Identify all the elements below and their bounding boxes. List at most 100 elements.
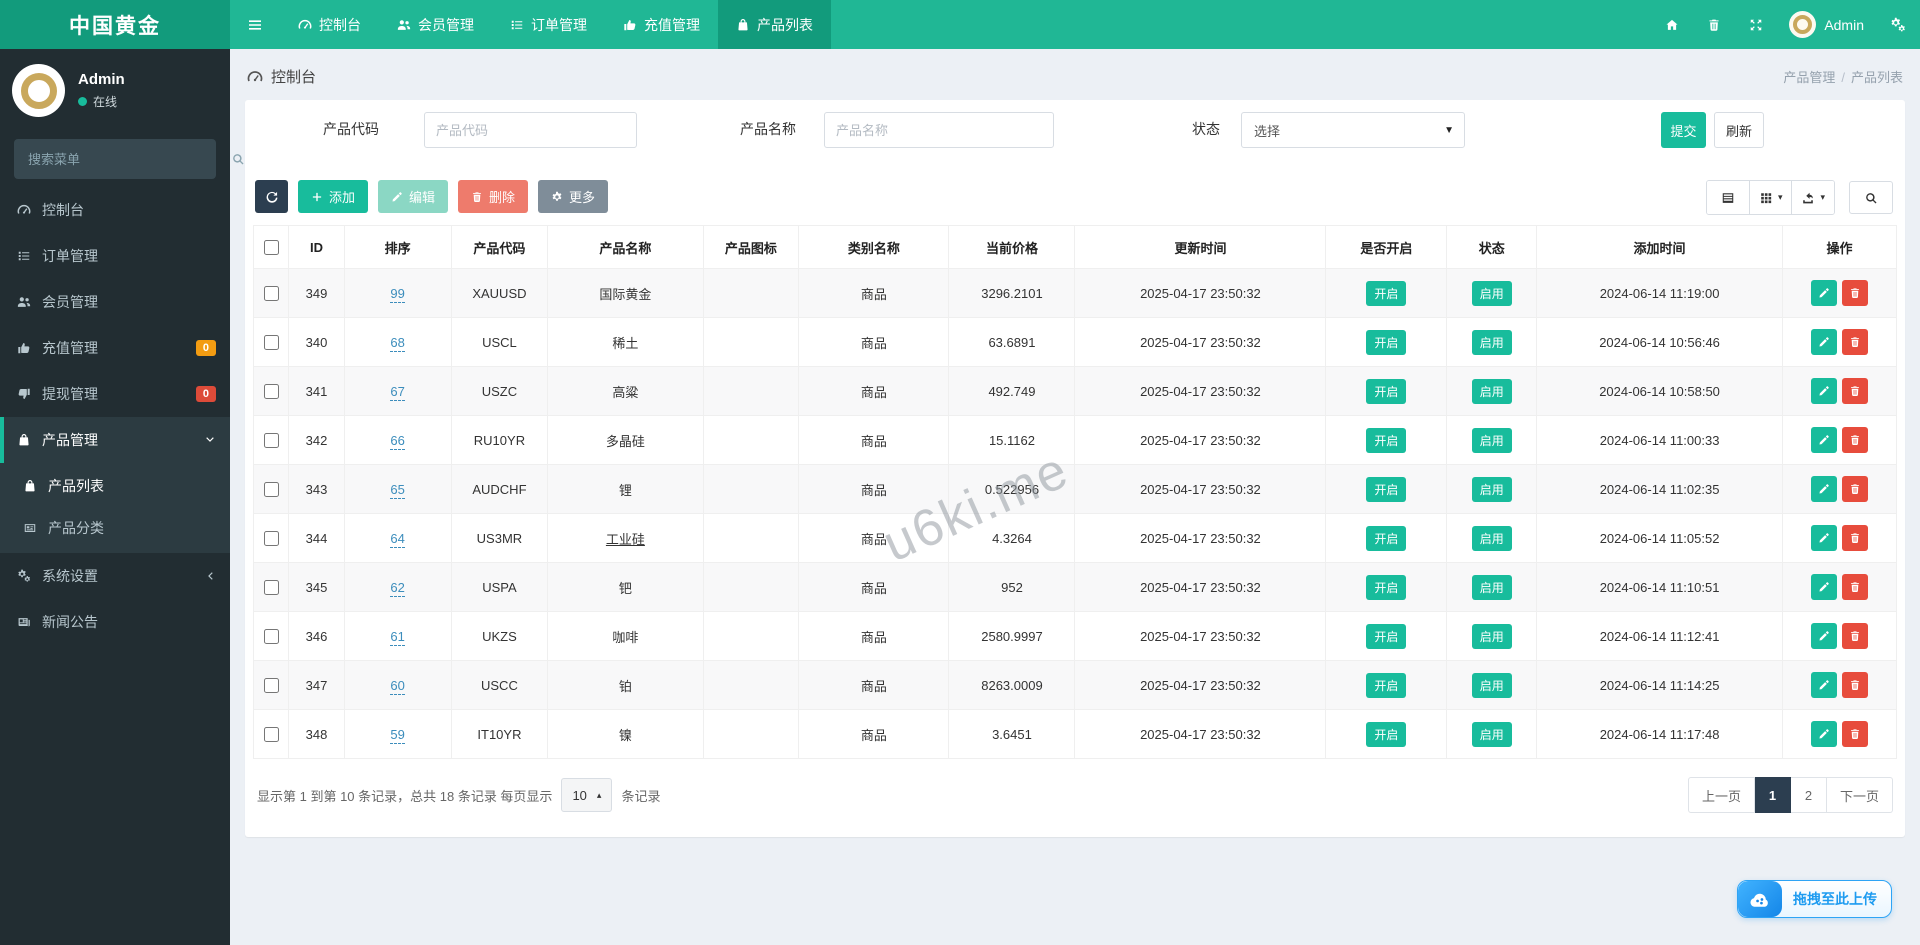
prev-page-button[interactable]: 上一页 <box>1687 777 1755 813</box>
row-edit-button[interactable] <box>1811 574 1838 600</box>
status-badge[interactable]: 启用 <box>1471 525 1512 551</box>
status-badge[interactable]: 启用 <box>1471 427 1512 453</box>
row-edit-button[interactable] <box>1811 525 1838 551</box>
topnav-item[interactable]: 产品列表 <box>718 0 831 49</box>
status-badge[interactable]: 启用 <box>1471 280 1512 306</box>
open-badge[interactable]: 开启 <box>1366 525 1407 551</box>
breadcrumb-parent[interactable]: 产品管理 <box>1783 70 1835 85</box>
next-page-button[interactable]: 下一页 <box>1826 777 1893 813</box>
row-checkbox[interactable] <box>264 481 280 497</box>
row-checkbox[interactable] <box>264 579 280 595</box>
row-checkbox[interactable] <box>264 530 280 546</box>
row-edit-button[interactable] <box>1811 378 1838 404</box>
sidebar-subitem-产品分类[interactable]: 产品分类 <box>0 507 230 549</box>
sort-editable-link[interactable]: 61 <box>390 628 405 646</box>
product-name-input[interactable] <box>824 112 1054 148</box>
row-delete-button[interactable] <box>1842 427 1869 453</box>
settings-button[interactable] <box>1876 0 1920 49</box>
more-button[interactable]: 更多 <box>538 180 609 213</box>
sort-editable-link[interactable]: 66 <box>390 432 405 450</box>
add-button[interactable]: 添加 <box>298 180 369 213</box>
topnav-item[interactable]: 充值管理 <box>605 0 718 49</box>
row-delete-button[interactable] <box>1842 280 1869 306</box>
sort-editable-link[interactable]: 64 <box>390 530 405 548</box>
topnav-item[interactable]: 会员管理 <box>379 0 492 49</box>
sidebar-search-input[interactable] <box>14 151 218 167</box>
row-delete-button[interactable] <box>1842 329 1869 355</box>
open-badge[interactable]: 开启 <box>1366 329 1407 355</box>
row-edit-button[interactable] <box>1811 427 1838 453</box>
sort-editable-link[interactable]: 60 <box>390 677 405 695</box>
status-badge[interactable]: 启用 <box>1471 623 1512 649</box>
product-code-input[interactable] <box>424 112 637 148</box>
status-badge[interactable]: 启用 <box>1471 721 1512 747</box>
clear-cache-button[interactable] <box>1693 0 1735 49</box>
page-size-select[interactable]: 10 ▴ <box>561 778 613 812</box>
open-badge[interactable]: 开启 <box>1366 378 1407 404</box>
row-checkbox[interactable] <box>264 726 280 742</box>
row-edit-button[interactable] <box>1811 280 1838 306</box>
sidebar-item-新闻公告[interactable]: 新闻公告 <box>0 599 230 645</box>
delete-button[interactable]: 删除 <box>458 180 529 213</box>
row-delete-button[interactable] <box>1842 574 1869 600</box>
sort-editable-link[interactable]: 68 <box>390 334 405 352</box>
sort-editable-link[interactable]: 62 <box>390 579 405 597</box>
sidebar-item-订单管理[interactable]: 订单管理 <box>0 233 230 279</box>
home-button[interactable] <box>1651 0 1693 49</box>
sidebar-toggle-button[interactable] <box>230 0 280 49</box>
open-badge[interactable]: 开启 <box>1366 574 1407 600</box>
edit-button[interactable]: 编辑 <box>378 180 449 213</box>
sidebar-item-充值管理[interactable]: 充值管理 0 <box>0 325 230 371</box>
row-delete-button[interactable] <box>1842 623 1869 649</box>
sidebar-item-会员管理[interactable]: 会员管理 <box>0 279 230 325</box>
row-checkbox[interactable] <box>264 677 280 693</box>
select-all-checkbox[interactable] <box>264 239 280 255</box>
row-checkbox[interactable] <box>264 285 280 301</box>
page-button-2[interactable]: 2 <box>1790 777 1827 813</box>
row-delete-button[interactable] <box>1842 476 1869 502</box>
sidebar-item-系统设置[interactable]: 系统设置 <box>0 553 230 599</box>
sort-editable-link[interactable]: 59 <box>390 726 405 744</box>
row-edit-button[interactable] <box>1811 476 1838 502</box>
sidebar-item-提现管理[interactable]: 提现管理 0 <box>0 371 230 417</box>
page-button-1[interactable]: 1 <box>1754 777 1791 813</box>
sort-editable-link[interactable]: 67 <box>390 383 405 401</box>
open-badge[interactable]: 开启 <box>1366 672 1407 698</box>
reload-table-button[interactable] <box>255 180 288 213</box>
sidebar-item-控制台[interactable]: 控制台 <box>0 187 230 233</box>
row-edit-button[interactable] <box>1811 672 1838 698</box>
row-delete-button[interactable] <box>1842 672 1869 698</box>
topnav-item[interactable]: 控制台 <box>280 0 379 49</box>
columns-button[interactable]: ▾ <box>1748 181 1792 214</box>
open-badge[interactable]: 开启 <box>1366 427 1407 453</box>
detail-view-button[interactable] <box>1706 181 1749 214</box>
row-checkbox[interactable] <box>264 432 280 448</box>
row-checkbox[interactable] <box>264 383 280 399</box>
submit-button[interactable]: 提交 <box>1661 112 1706 148</box>
status-badge[interactable]: 启用 <box>1471 329 1512 355</box>
user-menu[interactable]: Admin <box>1777 11 1876 38</box>
row-delete-button[interactable] <box>1842 525 1869 551</box>
open-badge[interactable]: 开启 <box>1366 280 1407 306</box>
topnav-item[interactable]: 订单管理 <box>492 0 605 49</box>
open-badge[interactable]: 开启 <box>1366 476 1407 502</box>
open-badge[interactable]: 开启 <box>1366 623 1407 649</box>
sort-editable-link[interactable]: 99 <box>390 285 405 303</box>
export-button[interactable]: ▾ <box>1791 181 1834 214</box>
status-badge[interactable]: 启用 <box>1471 378 1512 404</box>
status-badge[interactable]: 启用 <box>1471 672 1512 698</box>
refresh-button[interactable]: 刷新 <box>1714 112 1764 148</box>
status-badge[interactable]: 启用 <box>1471 574 1512 600</box>
row-delete-button[interactable] <box>1842 721 1869 747</box>
fullscreen-button[interactable] <box>1735 0 1777 49</box>
row-edit-button[interactable] <box>1811 721 1838 747</box>
row-checkbox[interactable] <box>264 628 280 644</box>
upload-widget[interactable]: 拖拽至此上传 <box>1737 880 1892 918</box>
sidebar-subitem-产品列表[interactable]: 产品列表 <box>0 465 230 507</box>
sort-editable-link[interactable]: 65 <box>390 481 405 499</box>
row-edit-button[interactable] <box>1811 623 1838 649</box>
brand-logo[interactable]: 中国黄金 <box>0 0 230 49</box>
row-delete-button[interactable] <box>1842 378 1869 404</box>
row-checkbox[interactable] <box>264 334 280 350</box>
status-badge[interactable]: 启用 <box>1471 476 1512 502</box>
